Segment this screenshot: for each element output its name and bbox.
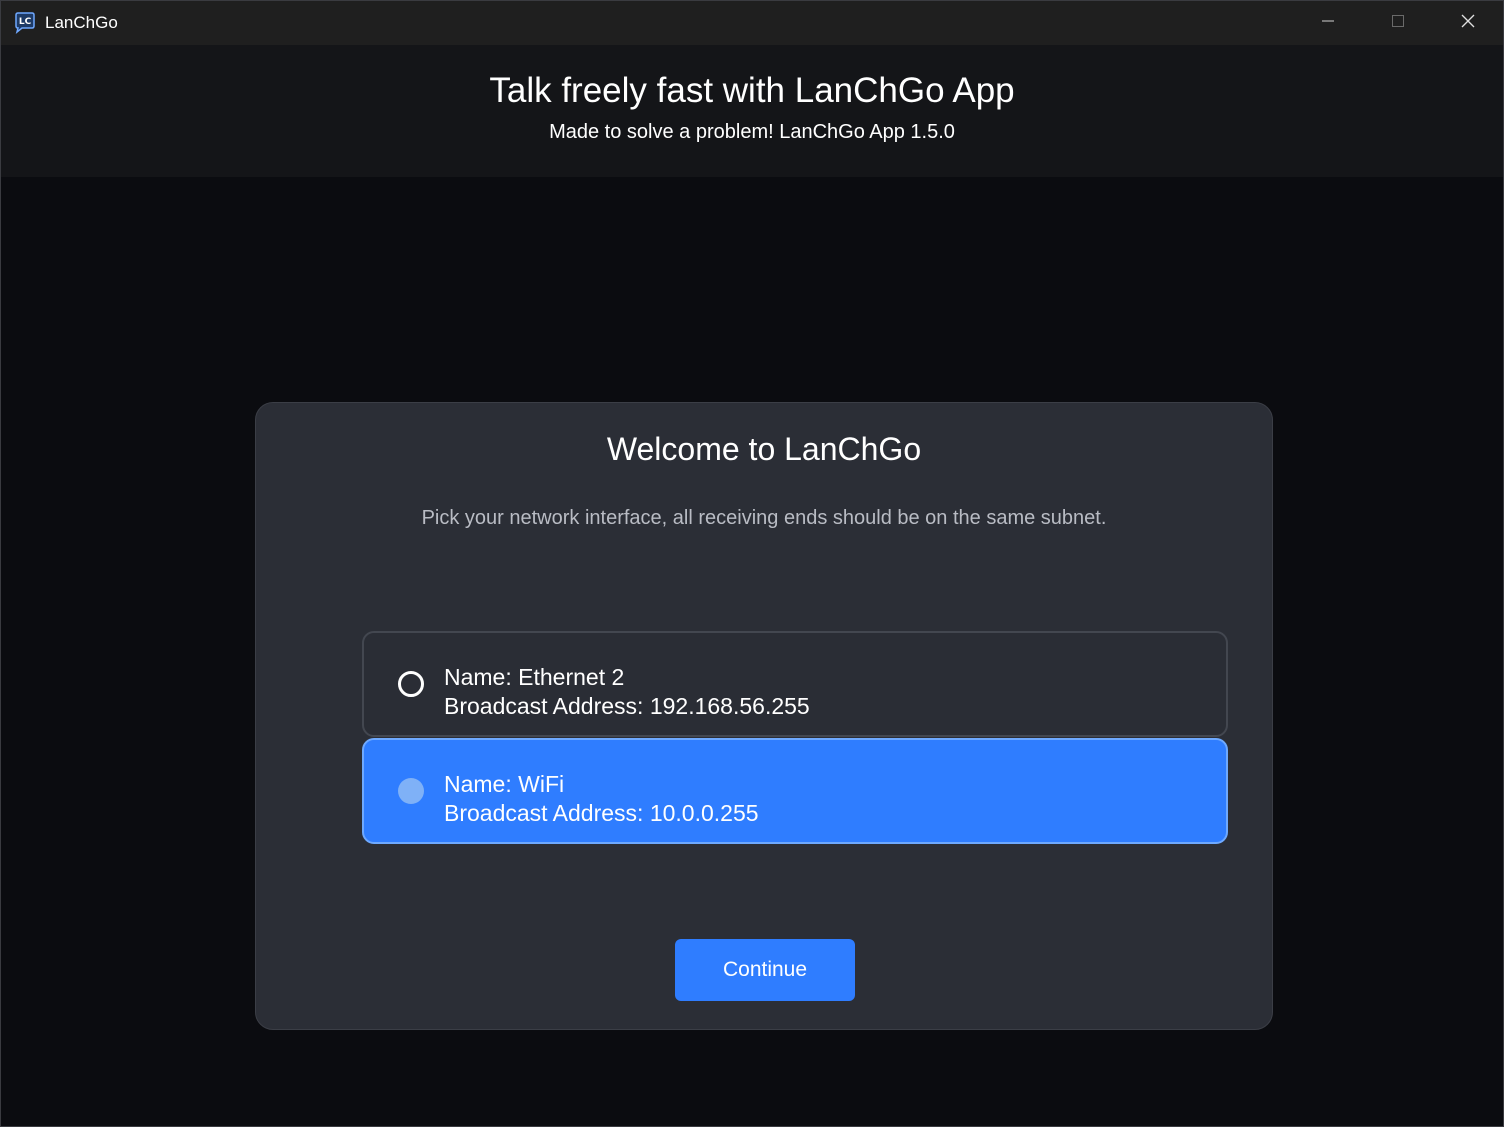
maximize-icon	[1390, 13, 1406, 34]
header-title: Talk freely fast with LanChGo App	[489, 71, 1015, 110]
svg-text:LC: LC	[19, 17, 32, 27]
interface-info: Name: Ethernet 2 Broadcast Address: 192.…	[444, 663, 810, 721]
interface-name: Name: Ethernet 2	[444, 664, 625, 690]
continue-button[interactable]: Continue	[675, 939, 855, 1001]
interface-info: Name: WiFi Broadcast Address: 10.0.0.255	[444, 770, 759, 828]
welcome-description: Pick your network interface, all receivi…	[421, 507, 1107, 529]
radio-button-selected[interactable]	[398, 778, 424, 804]
window-title: LanChGo	[45, 13, 118, 32]
interface-name: Name: WiFi	[444, 771, 565, 797]
minimize-icon	[1320, 13, 1336, 34]
welcome-card: Welcome to LanChGo Pick your network int…	[255, 402, 1273, 1030]
title-bar[interactable]: LC LanChGo	[1, 1, 1503, 45]
interface-broadcast-address: Broadcast Address: 10.0.0.255	[444, 800, 759, 826]
close-button[interactable]	[1433, 1, 1503, 45]
header-subtitle: Made to solve a problem! LanChGo App 1.5…	[549, 121, 955, 143]
lanchgo-chat-icon: LC	[13, 11, 37, 35]
minimize-button[interactable]	[1293, 1, 1363, 45]
close-icon	[1460, 13, 1476, 34]
maximize-button[interactable]	[1363, 1, 1433, 45]
welcome-title: Welcome to LanChGo	[606, 431, 922, 467]
app-header: Talk freely fast with LanChGo App Made t…	[1, 45, 1503, 177]
interface-broadcast-address: Broadcast Address: 192.168.56.255	[444, 693, 810, 719]
interface-option-wifi[interactable]: Name: WiFi Broadcast Address: 10.0.0.255	[362, 738, 1228, 844]
radio-button[interactable]	[398, 671, 424, 697]
app-window: LC LanChGo Talk freely fast with LanChGo…	[0, 0, 1504, 1127]
interface-option-ethernet-2[interactable]: Name: Ethernet 2 Broadcast Address: 192.…	[362, 631, 1228, 737]
